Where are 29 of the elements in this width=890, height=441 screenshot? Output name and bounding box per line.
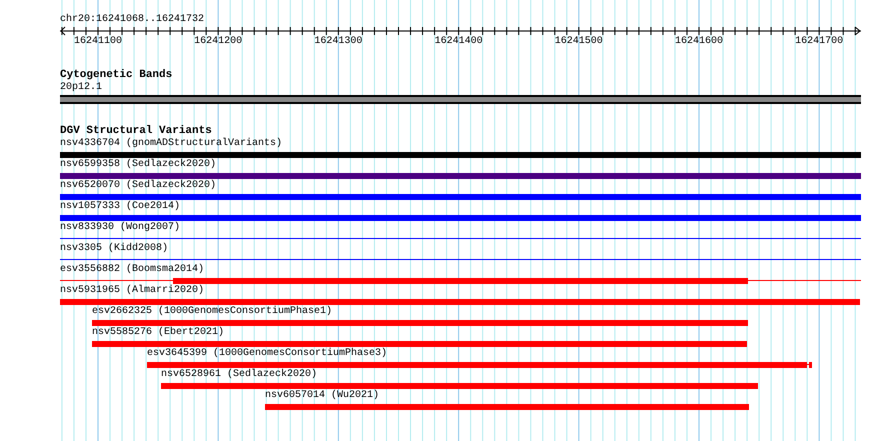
variant-label: esv3556882 (Boomsma2014) xyxy=(60,264,204,276)
variant-label: nsv6057014 (Wu2021) xyxy=(265,390,380,402)
ruler-tick-label: 16241300 xyxy=(314,36,362,48)
chromosome-band-bar[interactable] xyxy=(60,95,861,104)
variant-bar[interactable] xyxy=(60,172,861,178)
ruler-tick-label: 16241100 xyxy=(74,36,122,48)
variant-label: nsv1057333 (Coe2014) xyxy=(60,201,180,213)
variant-label: nsv5585276 (Ebert2021) xyxy=(92,327,224,339)
band-label: 20p12.1 xyxy=(60,82,104,94)
track-title: DGV Structural Variants xyxy=(60,125,213,138)
variant-label: nsv4336704 (gnomADStructuralVariants) xyxy=(60,138,282,150)
variant-bar[interactable] xyxy=(60,194,861,200)
position-label: chr20:16241068..16241732 xyxy=(60,14,206,26)
variant-label: nsv6520070 (Sedlazeck2020) xyxy=(60,180,216,192)
ruler-tick-label: 16241400 xyxy=(434,36,483,48)
ruler-tick-label: 16241500 xyxy=(554,36,603,48)
ruler-tick-label: 16241700 xyxy=(795,36,844,48)
variant-label: esv3645399 (1000GenomesConsortiumPhase3) xyxy=(147,348,388,360)
variant-label: nsv833930 (Wong2007) xyxy=(60,222,180,234)
track-title: Cytogenetic Bands xyxy=(60,69,174,82)
variant-label: nsv3305 (Kidd2008) xyxy=(60,243,168,255)
variant-label: esv2662325 (1000GenomesConsortiumPhase1) xyxy=(92,306,332,318)
variant-bar[interactable] xyxy=(60,152,861,158)
variant-label: nsv5931965 (Almarri2020) xyxy=(60,285,204,297)
variant-label: nsv6599358 (Sedlazeck2020) xyxy=(60,159,216,171)
ruler-tick-label: 16241200 xyxy=(194,36,242,48)
variant-bar[interactable] xyxy=(60,214,861,220)
variant-label: nsv6528961 (Sedlazeck2020) xyxy=(161,369,318,381)
ruler-tick-label: 16241600 xyxy=(675,36,723,48)
